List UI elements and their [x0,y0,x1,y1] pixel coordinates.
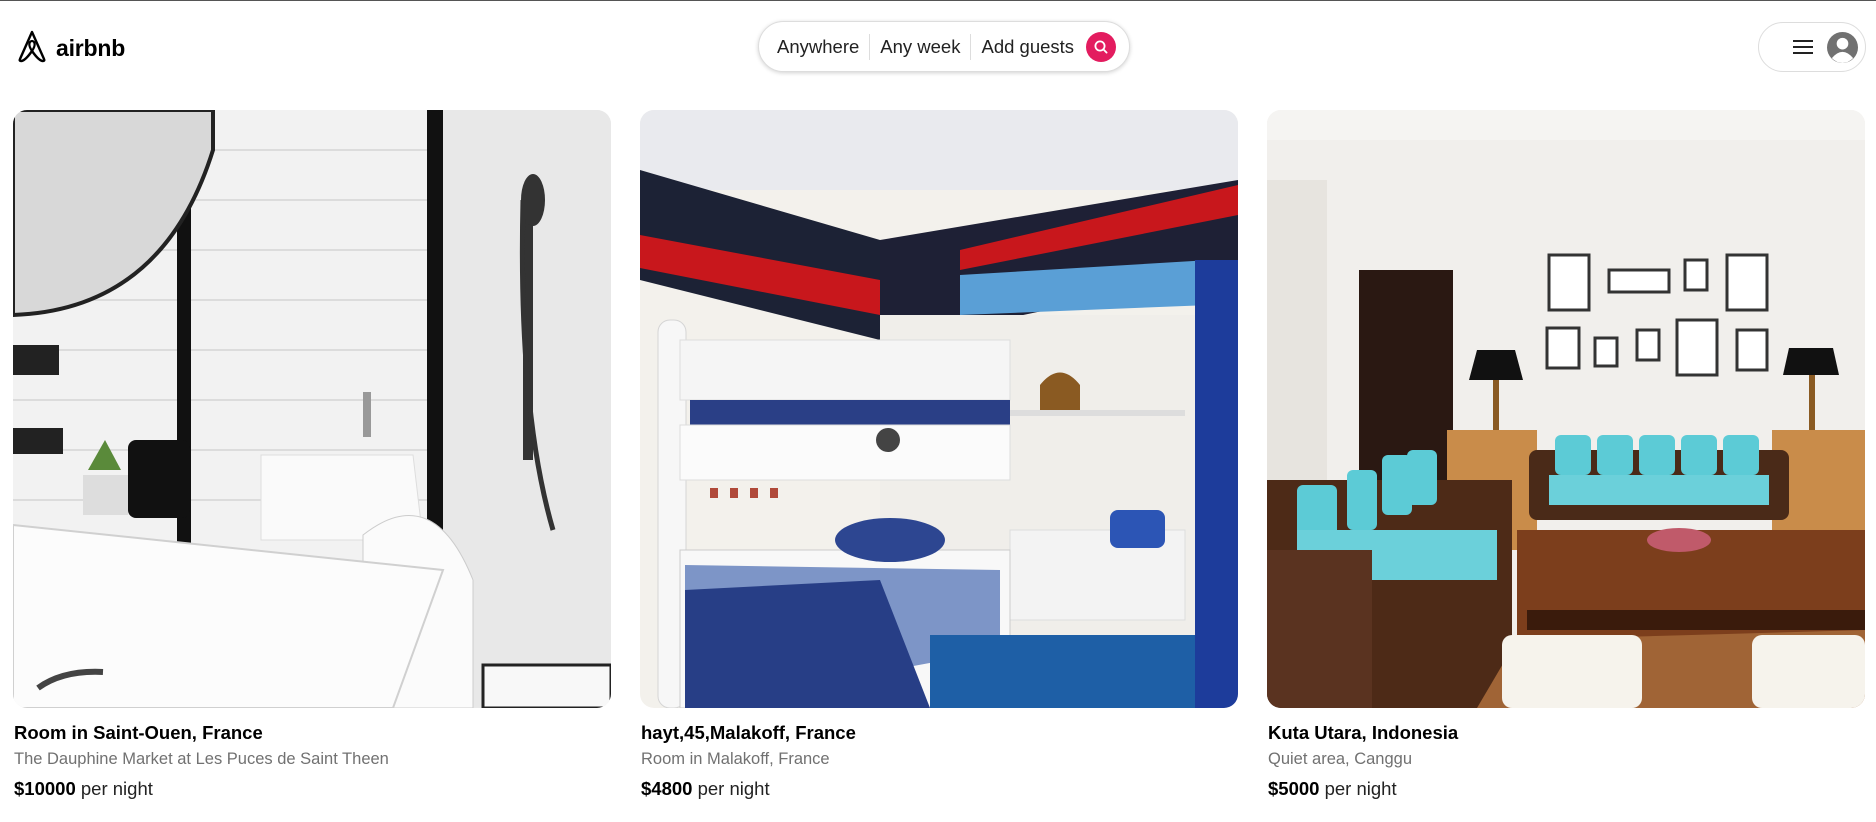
top-header: airbnb Anywhere Any week Add guests [0,1,1876,91]
listing-photo-bedroom[interactable] [640,110,1238,708]
listing-subtitle: The Dauphine Market at Les Puces de Sain… [14,750,389,768]
listing-subtitle: Quiet area, Canggu [1268,750,1413,768]
listing-subtitle: Room in Malakoff, France [641,750,830,768]
search-bar[interactable]: Anywhere Any week Add guests [758,21,1130,72]
search-when-button[interactable]: Any week [870,34,970,60]
listing-card[interactable]: hayt,45,Malakoff, France Room in Malakof… [640,110,1238,799]
listing-card[interactable]: Room in Saint-Ouen, France The Dauphine … [13,110,611,799]
search-icon [1094,40,1108,54]
listing-title[interactable]: Kuta Utara, Indonesia [1268,722,1458,744]
listing-photo-bathroom[interactable] [13,110,611,708]
search-guests-button[interactable]: Add guests [971,34,1084,60]
airbnb-logo[interactable]: airbnb [16,29,125,68]
search-button[interactable] [1086,31,1117,62]
listing-card[interactable]: Kuta Utara, Indonesia Quiet area, Canggu… [1267,110,1865,799]
listing-price-unit: per night [697,778,770,799]
listing-price-unit: per night [1324,778,1397,799]
listing-price-amount: $10000 [14,778,76,799]
listing-title[interactable]: Room in Saint-Ouen, France [14,722,263,744]
listing-price-unit: per night [80,778,153,799]
user-menu-button[interactable] [1758,22,1866,72]
search-where-button[interactable]: Anywhere [759,34,869,60]
listing-photo-living-room[interactable] [1267,110,1865,708]
hamburger-menu-icon [1792,38,1814,56]
brand-name: airbnb [56,35,126,61]
listing-price: $4800 per night [641,778,770,800]
airbnb-logo-icon [16,29,48,68]
listing-price: $10000 per night [14,778,153,800]
listing-price-amount: $4800 [641,778,693,799]
listing-price-amount: $5000 [1268,778,1320,799]
listing-title[interactable]: hayt,45,Malakoff, France [641,722,856,744]
listing-price: $5000 per night [1268,778,1397,800]
user-avatar-icon [1827,31,1858,63]
